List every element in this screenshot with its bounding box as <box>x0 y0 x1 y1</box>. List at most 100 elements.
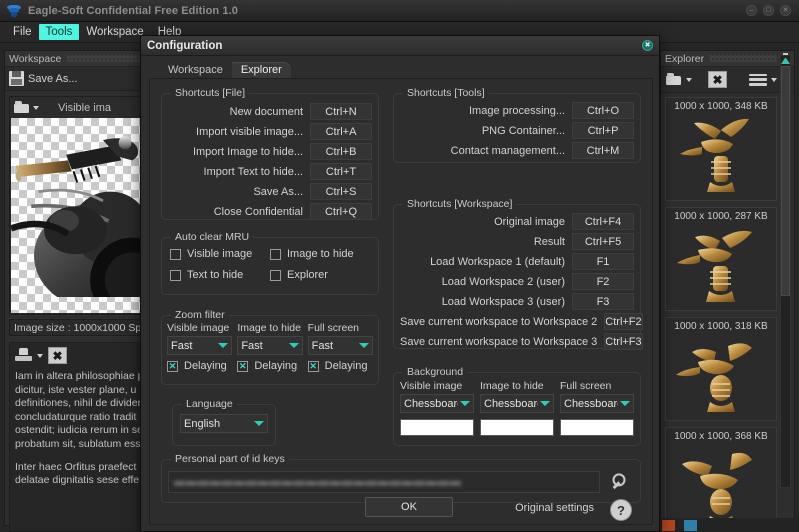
shortcut-key[interactable]: Ctrl+F5 <box>572 233 634 250</box>
chevron-down-icon[interactable] <box>460 401 470 406</box>
checkbox-box[interactable]: ✕ <box>170 248 181 260</box>
shortcut-row[interactable]: Save current workspace to Workspace 2 Ct… <box>400 312 643 331</box>
filter-select[interactable]: Fast <box>307 336 373 355</box>
shortcut-row[interactable]: Import Image to hide... Ctrl+B <box>168 142 372 161</box>
taskbar-item-4[interactable] <box>684 520 697 531</box>
taskbar-item-3[interactable] <box>662 520 675 531</box>
background-select[interactable]: Chessboard <box>560 394 634 413</box>
shortcut-key[interactable]: Ctrl+N <box>310 103 372 120</box>
save-as-button[interactable]: Save As... <box>28 73 78 85</box>
drag-grip[interactable] <box>67 55 147 62</box>
explorer-scrollbar[interactable] <box>780 55 791 488</box>
chevron-down-icon[interactable] <box>33 105 39 110</box>
background-select[interactable]: Chessboard <box>400 394 474 413</box>
shortcut-row[interactable]: PNG Container... Ctrl+P <box>400 121 634 140</box>
shortcut-row[interactable]: Load Workspace 2 (user) F2 <box>400 272 634 291</box>
chevron-down-icon[interactable] <box>218 343 229 348</box>
checkbox-box[interactable]: ✕ <box>270 248 281 260</box>
chevron-down-icon[interactable] <box>288 343 299 348</box>
background-select[interactable]: Chessboard <box>480 394 554 413</box>
shortcut-key[interactable]: Ctrl+F2 <box>604 313 643 330</box>
ok-button[interactable]: OK <box>365 497 453 517</box>
language-select[interactable]: English <box>180 414 268 433</box>
clear-text-button[interactable]: ✖ <box>48 347 67 364</box>
tab-explorer[interactable]: Explorer <box>231 62 291 78</box>
shortcut-row[interactable]: Import Text to hide... Ctrl+T <box>168 162 372 181</box>
open-folder-icon[interactable] <box>666 73 682 86</box>
menu-tools[interactable]: Tools <box>38 24 80 40</box>
delaying-checkbox[interactable]: ✕ Delaying <box>307 360 373 372</box>
chevron-down-icon[interactable] <box>771 77 777 82</box>
checkbox-image-to-hide[interactable]: ✕ Image to hide <box>270 248 370 260</box>
shortcut-key[interactable]: Ctrl+F3 <box>604 333 643 350</box>
shortcut-row[interactable]: New document Ctrl+N <box>168 102 372 121</box>
shortcut-key[interactable]: F2 <box>572 273 634 290</box>
chevron-down-icon[interactable] <box>358 343 369 348</box>
filter-select[interactable]: Fast <box>237 336 303 355</box>
minimize-button[interactable]: – <box>746 5 757 16</box>
checkbox-box[interactable]: ✕ <box>270 269 281 281</box>
list-item[interactable]: 1000 x 1000, 348 KB <box>665 97 777 201</box>
checkbox-box[interactable]: ✕ <box>307 360 319 372</box>
shortcut-row[interactable]: Load Workspace 1 (default) F1 <box>400 252 634 271</box>
close-button[interactable]: ✕ <box>780 5 791 16</box>
menu-file[interactable]: File <box>6 24 39 40</box>
color-swatch[interactable] <box>400 419 474 436</box>
chevron-down-icon[interactable] <box>37 353 43 358</box>
shortcut-key[interactable]: Ctrl+O <box>572 102 634 119</box>
checkbox-box[interactable]: ✕ <box>167 360 178 372</box>
help-button[interactable]: ? <box>610 499 632 521</box>
shortcut-key[interactable]: Ctrl+B <box>310 143 372 160</box>
shortcut-key[interactable]: F3 <box>572 293 634 310</box>
filter-select[interactable]: Fast <box>167 336 233 355</box>
shortcut-key[interactable]: Ctrl+M <box>572 142 634 159</box>
delaying-checkbox[interactable]: ✕ Delaying <box>167 360 232 372</box>
shortcut-key[interactable]: Ctrl+S <box>310 183 372 200</box>
shortcut-row[interactable]: Image processing... Ctrl+O <box>400 101 634 120</box>
shortcut-key[interactable]: Ctrl+P <box>572 122 634 139</box>
chevron-down-icon[interactable] <box>254 421 264 426</box>
list-item[interactable]: 1000 x 1000, 318 KB <box>665 317 777 421</box>
checkbox-visible-image[interactable]: ✕ Visible image <box>170 248 270 260</box>
explorer-thumbnail-list[interactable]: 1000 x 1000, 348 KB 1000 x 1000, 287 KB … <box>661 93 794 530</box>
shortcut-key[interactable]: Ctrl+Q <box>310 203 372 220</box>
checkbox-box[interactable]: ✕ <box>170 269 181 281</box>
visible-image-preview[interactable] <box>11 118 149 313</box>
shortcut-key[interactable]: Ctrl+F4 <box>572 213 634 230</box>
list-item[interactable]: 1000 x 1000, 368 KB <box>665 427 777 530</box>
shortcut-row[interactable]: Original image Ctrl+F4 <box>400 212 634 231</box>
shortcut-row[interactable]: Contact management... Ctrl+M <box>400 141 634 160</box>
checkbox-text-to-hide[interactable]: ✕ Text to hide <box>170 269 270 281</box>
dialog-close-button[interactable]: ✖ <box>642 40 653 51</box>
chevron-down-icon[interactable] <box>620 401 630 406</box>
checkbox-explorer[interactable]: ✕ Explorer <box>270 269 370 281</box>
list-item[interactable]: 1000 x 1000, 287 KB <box>665 207 777 311</box>
color-swatch[interactable] <box>560 419 634 436</box>
delaying-checkbox[interactable]: ✕ Delaying <box>237 360 302 372</box>
open-folder-icon[interactable] <box>14 101 30 114</box>
shortcut-row[interactable]: Close Confidential Ctrl+Q <box>168 202 372 221</box>
checkbox-box[interactable]: ✕ <box>237 360 249 372</box>
shortcut-row[interactable]: Save As... Ctrl+S <box>168 182 372 201</box>
shortcut-key[interactable]: Ctrl+A <box>310 123 372 140</box>
close-explorer-button[interactable]: ✖ <box>708 71 727 88</box>
latin-text-content[interactable]: Iam in altera philosophiae p dicitur, is… <box>10 368 150 526</box>
scroll-up-arrow-icon[interactable] <box>781 57 790 64</box>
scrollbar-thumb[interactable] <box>781 66 790 296</box>
shortcut-row[interactable]: Import visible image... Ctrl+A <box>168 122 372 141</box>
shortcut-row[interactable]: Save current workspace to Workspace 3 Ct… <box>400 332 643 351</box>
tab-workspace[interactable]: Workspace <box>159 62 232 78</box>
color-swatch[interactable] <box>480 419 554 436</box>
chevron-down-icon[interactable] <box>686 77 692 82</box>
shortcut-key[interactable]: F1 <box>572 253 634 270</box>
stamp-icon[interactable] <box>15 348 32 363</box>
original-settings-link[interactable]: Original settings <box>515 502 594 514</box>
id-keys-input[interactable]: ▬▬▬▬▬▬▬▬▬▬▬▬▬▬▬▬▬▬▬▬▬▬▬▬ <box>168 471 600 493</box>
drag-grip[interactable] <box>710 55 777 62</box>
chevron-down-icon[interactable] <box>540 401 550 406</box>
shortcut-row[interactable]: Result Ctrl+F5 <box>400 232 634 251</box>
shortcut-key[interactable]: Ctrl+T <box>310 163 372 180</box>
key-button[interactable] <box>604 469 634 495</box>
shortcut-row[interactable]: Load Workspace 3 (user) F3 <box>400 292 634 311</box>
maximize-button[interactable]: □ <box>763 5 774 16</box>
